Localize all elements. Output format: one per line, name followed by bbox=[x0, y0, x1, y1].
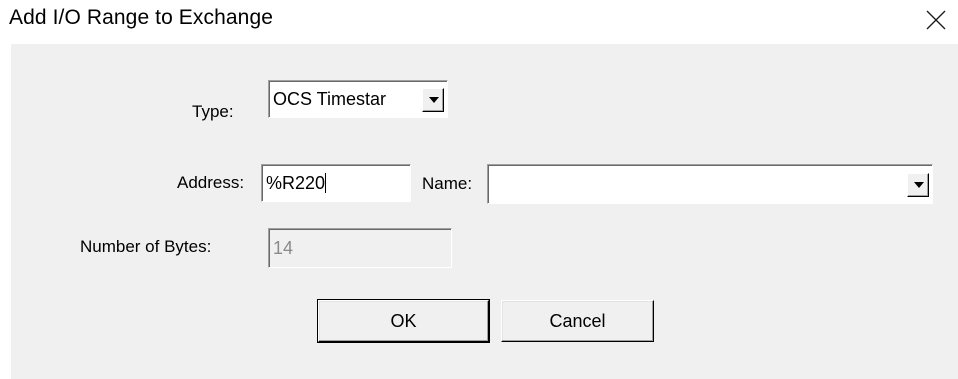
type-dropdown-button[interactable] bbox=[422, 88, 444, 112]
dialog-body: Type: OCS Timestar Address: %R220 Name: … bbox=[11, 44, 958, 379]
chevron-down-icon bbox=[429, 97, 439, 103]
name-label: Name: bbox=[422, 174, 473, 193]
name-dropdown-button[interactable] bbox=[907, 173, 929, 197]
type-dropdown[interactable]: OCS Timestar bbox=[268, 80, 448, 118]
address-value: %R220 bbox=[266, 173, 326, 193]
bytes-label: Number of Bytes: bbox=[80, 237, 212, 256]
close-button[interactable] bbox=[912, 0, 958, 44]
text-caret bbox=[325, 173, 327, 193]
cancel-button[interactable]: Cancel bbox=[501, 300, 654, 342]
dialog-window: Add I/O Range to Exchange Type: OCS Time… bbox=[0, 0, 958, 379]
close-icon bbox=[926, 10, 946, 30]
dialog-title: Add I/O Range to Exchange bbox=[9, 6, 274, 29]
chevron-down-icon bbox=[914, 182, 924, 188]
ok-button[interactable]: OK bbox=[317, 299, 490, 343]
title-bar: Add I/O Range to Exchange bbox=[0, 0, 958, 44]
name-field[interactable] bbox=[487, 164, 933, 204]
bytes-field: 14 bbox=[268, 228, 452, 268]
bytes-value: 14 bbox=[273, 238, 294, 258]
address-label: Address: bbox=[177, 173, 245, 192]
type-value: OCS Timestar bbox=[273, 89, 387, 109]
type-field[interactable]: OCS Timestar bbox=[268, 80, 448, 118]
address-input[interactable]: %R220 bbox=[261, 164, 411, 202]
type-label: Type: bbox=[192, 102, 234, 121]
name-dropdown[interactable] bbox=[487, 164, 933, 204]
